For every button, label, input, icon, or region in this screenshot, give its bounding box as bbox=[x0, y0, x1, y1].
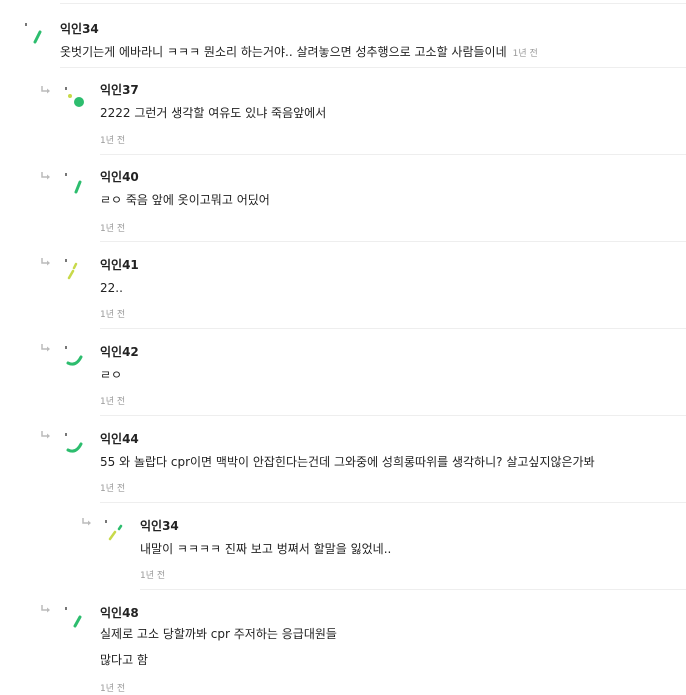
reply-arrow-icon bbox=[41, 605, 50, 613]
comment-author[interactable]: 익인48 bbox=[100, 604, 139, 621]
comment-time: 1년 전 bbox=[140, 571, 166, 581]
comment-author[interactable]: 익인34 bbox=[60, 20, 99, 37]
comment-text: 22.. bbox=[100, 281, 123, 295]
avatar-icon[interactable] bbox=[64, 432, 86, 454]
avatar-icon[interactable] bbox=[64, 258, 86, 280]
comment-time: 1년 전 bbox=[100, 310, 126, 320]
comment-author[interactable]: 익인40 bbox=[100, 168, 139, 185]
comment-divider bbox=[100, 241, 686, 242]
comment-text: 2222 그런거 생각할 여유도 있냐 죽음앞에서 bbox=[100, 106, 327, 120]
avatar-icon[interactable] bbox=[64, 172, 86, 194]
comment-text: 옷벗기는게 에바라니 ㅋㅋㅋ 뭔소리 하는거야.. 살려놓으면 성추행으로 고소… bbox=[60, 45, 538, 59]
reply-arrow-icon bbox=[41, 344, 50, 352]
comment-divider bbox=[60, 67, 686, 68]
top-divider bbox=[60, 3, 686, 4]
comment-text: ㄹㅇ bbox=[100, 368, 123, 382]
comment-author[interactable]: 익인34 bbox=[140, 517, 179, 534]
comment-time: 1년 전 bbox=[100, 224, 126, 234]
comment-time: 1년 전 bbox=[100, 484, 126, 494]
comment-time: 1년 전 bbox=[100, 397, 126, 407]
comment-author[interactable]: 익인42 bbox=[100, 343, 139, 360]
comment-divider bbox=[100, 502, 686, 503]
avatar-icon[interactable] bbox=[24, 22, 46, 44]
avatar-icon[interactable] bbox=[64, 86, 86, 108]
comment-divider bbox=[100, 154, 686, 155]
reply-arrow-icon bbox=[82, 518, 91, 526]
comment-text-line-1: 실제로 고소 당할까봐 cpr 주저하는 응급대원들 bbox=[100, 627, 337, 641]
comment-time: 1년 전 bbox=[100, 136, 126, 146]
comment-author[interactable]: 익인41 bbox=[100, 256, 139, 273]
comment-time: 1년 전 bbox=[512, 49, 538, 59]
comment-text: 55 와 놀랍다 cpr이면 맥박이 안잡힌다는건데 그와중에 성희롱따위를 생… bbox=[100, 455, 595, 469]
avatar-icon[interactable] bbox=[64, 606, 86, 628]
comment-author[interactable]: 익인44 bbox=[100, 430, 139, 447]
comment-time: 1년 전 bbox=[100, 684, 126, 694]
reply-arrow-icon bbox=[41, 258, 50, 266]
reply-arrow-icon bbox=[41, 431, 50, 439]
reply-arrow-icon bbox=[41, 86, 50, 94]
comment-text-line-2: 많다고 함 bbox=[100, 653, 148, 667]
comment-divider bbox=[100, 328, 686, 329]
comment-text: ㄹㅇ 죽음 앞에 옷이고뭐고 어딨어 bbox=[100, 193, 270, 207]
comment-divider bbox=[140, 589, 686, 590]
avatar-icon[interactable] bbox=[64, 345, 86, 367]
reply-arrow-icon bbox=[41, 172, 50, 180]
avatar-icon[interactable] bbox=[104, 519, 126, 541]
comment-divider bbox=[100, 415, 686, 416]
comment-author[interactable]: 익인37 bbox=[100, 81, 139, 98]
comment-text: 내말이 ㅋㅋㅋㅋ 진짜 보고 벙쪄서 할말을 잃었네.. bbox=[140, 542, 392, 556]
